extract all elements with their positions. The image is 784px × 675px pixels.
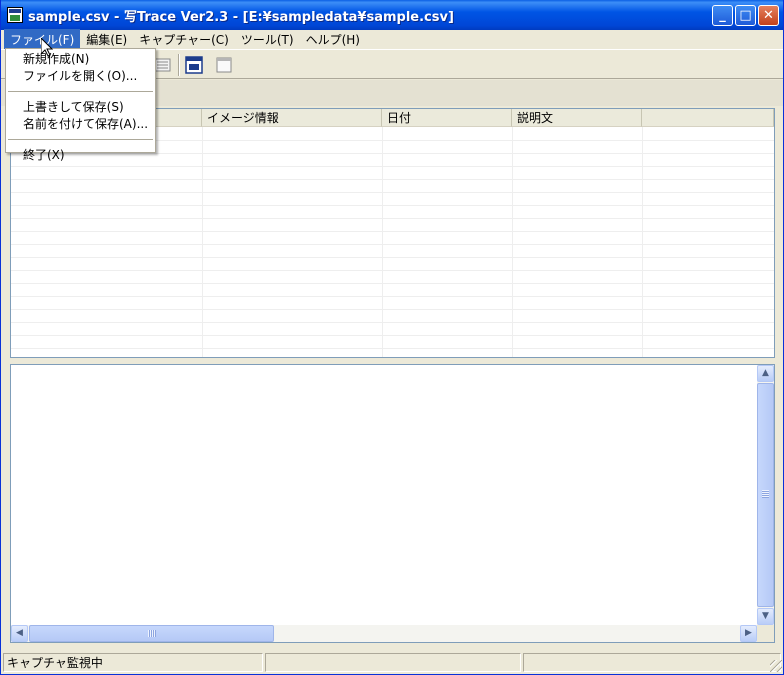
chevron-left-icon: ◀ xyxy=(16,628,23,638)
column-header-description[interactable]: 説明文 xyxy=(512,109,642,127)
grid-column-line xyxy=(642,127,643,357)
status-panel-capture: キャプチャ監視中 xyxy=(3,653,263,672)
chevron-right-icon: ▶ xyxy=(745,628,752,638)
menu-item-exit[interactable]: 終了(X) xyxy=(6,147,155,164)
horizontal-scrollbar[interactable]: ◀ ▶ xyxy=(11,625,757,642)
grid-row-line xyxy=(11,244,774,245)
menu-help[interactable]: ヘルプ(H) xyxy=(300,29,366,50)
status-panel-3 xyxy=(523,653,781,672)
app-icon[interactable] xyxy=(7,7,23,23)
title-bar[interactable]: sample.csv - 写Trace Ver2.3 - [E:¥sampled… xyxy=(1,0,783,30)
grid-row-line xyxy=(11,296,774,297)
grid-row-line xyxy=(11,348,774,349)
capture-window-icon xyxy=(185,56,203,74)
close-icon: ✕ xyxy=(763,8,774,23)
app-window: sample.csv - 写Trace Ver2.3 - [E:¥sampled… xyxy=(0,0,784,675)
grid-row-line xyxy=(11,257,774,258)
menu-item-new[interactable]: 新規作成(N) xyxy=(6,51,155,68)
horizontal-scroll-thumb[interactable] xyxy=(29,625,274,642)
maximize-icon: □ xyxy=(739,8,752,23)
minimize-icon: _ xyxy=(719,8,726,23)
menu-separator xyxy=(8,91,153,92)
column-header-5[interactable] xyxy=(642,109,774,127)
menu-tools[interactable]: ツール(T) xyxy=(235,29,300,50)
mouse-cursor-icon xyxy=(41,38,53,57)
column-header-image-info[interactable]: イメージ情報 xyxy=(202,109,382,127)
status-bar: キャプチャ監視中 xyxy=(1,651,783,673)
close-button[interactable]: ✕ xyxy=(758,5,779,26)
minimize-button[interactable]: _ xyxy=(712,5,733,26)
vertical-scrollbar[interactable]: ▲ ▼ xyxy=(757,365,774,625)
grid-row-line xyxy=(11,270,774,271)
menu-separator xyxy=(8,139,153,140)
scroll-up-button[interactable]: ▲ xyxy=(757,365,774,382)
menu-capture[interactable]: キャプチャー(C) xyxy=(133,29,235,50)
grid-row-line xyxy=(11,218,774,219)
grid-column-line xyxy=(382,127,383,357)
menu-item-save[interactable]: 上書きして保存(S) xyxy=(6,99,155,116)
window-title: sample.csv - 写Trace Ver2.3 - [E:¥sampled… xyxy=(28,9,454,25)
resize-grip-icon[interactable] xyxy=(770,660,782,672)
grid-row-line xyxy=(11,283,774,284)
capture-region-icon xyxy=(216,57,232,73)
toolbar-capture-window-button[interactable] xyxy=(183,54,205,76)
grid-row-line xyxy=(11,205,774,206)
chevron-down-icon: ▼ xyxy=(762,611,769,621)
scroll-corner xyxy=(757,625,774,642)
grid-column-line xyxy=(202,127,203,357)
grid-row-line xyxy=(11,179,774,180)
scroll-right-button[interactable]: ▶ xyxy=(740,625,757,642)
menu-item-open[interactable]: ファイルを開く(O)... xyxy=(6,68,155,85)
grid-row-line xyxy=(11,166,774,167)
preview-pane[interactable]: ▲ ▼ ◀ ▶ xyxy=(10,364,775,643)
grid-row-line xyxy=(11,335,774,336)
maximize-button[interactable]: □ xyxy=(735,5,756,26)
vertical-scroll-thumb[interactable] xyxy=(757,383,774,607)
scroll-left-button[interactable]: ◀ xyxy=(11,625,28,642)
chevron-up-icon: ▲ xyxy=(762,368,769,378)
menu-edit[interactable]: 編集(E) xyxy=(80,29,133,50)
file-menu-dropdown: 新規作成(N) ファイルを開く(O)... 上書きして保存(S) 名前を付けて保… xyxy=(5,48,156,162)
grid-row-line xyxy=(11,309,774,310)
status-panel-2 xyxy=(265,653,521,672)
menu-bar: ファイル(F) 編集(E) キャプチャー(C) ツール(T) ヘルプ(H) xyxy=(1,29,783,50)
toolbar-capture-region-button[interactable] xyxy=(213,54,235,76)
scroll-down-button[interactable]: ▼ xyxy=(757,608,774,625)
grid-row-line xyxy=(11,231,774,232)
grid-row-line xyxy=(11,192,774,193)
menu-item-save-as[interactable]: 名前を付けて保存(A)... xyxy=(6,116,155,133)
toolbar-separator xyxy=(178,54,180,76)
grid-column-line xyxy=(512,127,513,357)
column-header-date[interactable]: 日付 xyxy=(382,109,512,127)
grid-row-line xyxy=(11,322,774,323)
